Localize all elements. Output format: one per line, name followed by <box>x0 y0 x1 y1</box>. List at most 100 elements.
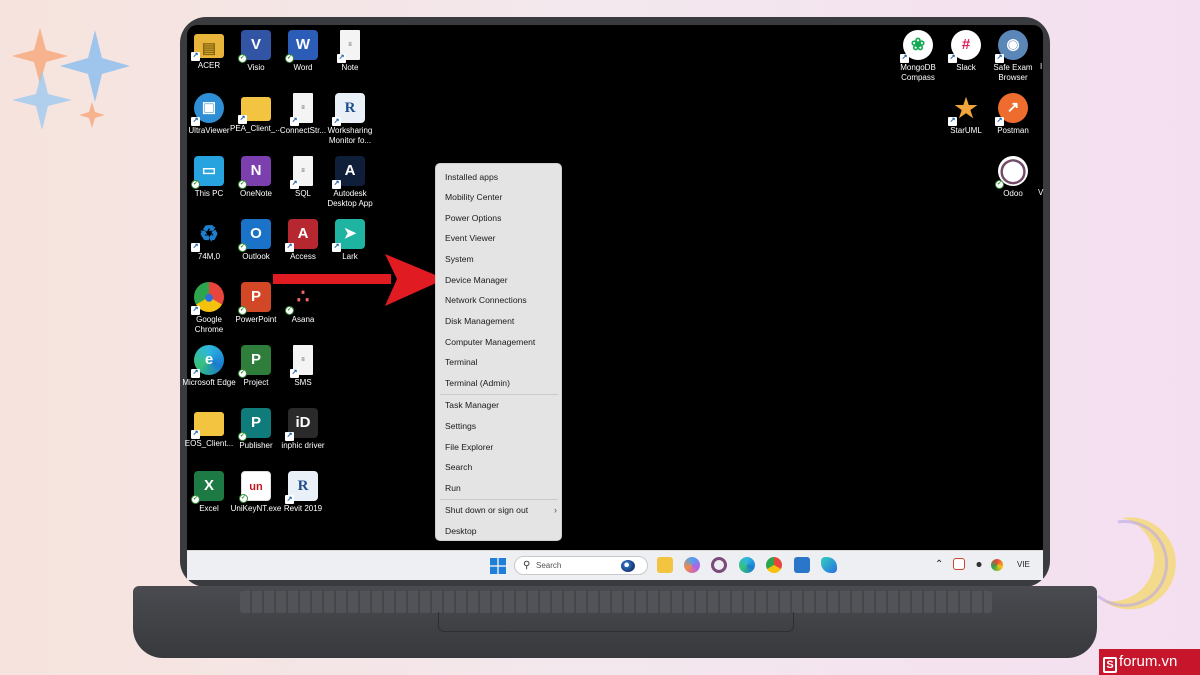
desktop-icon-label: This PC <box>194 189 224 198</box>
copilot-taskbar-icon[interactable] <box>684 557 700 573</box>
app-icon: P ✓ <box>238 408 271 441</box>
edge-taskbar-icon[interactable] <box>739 557 755 573</box>
desktop-icon[interactable]: ◯ ✓ Odoo <box>985 156 1041 199</box>
desktop-icon-label: Postman <box>997 126 1029 135</box>
store-taskbar-icon[interactable] <box>794 557 810 573</box>
desktop-icon-label: Note <box>341 63 359 72</box>
menu-item-event-viewer[interactable]: Event Viewer <box>445 231 557 245</box>
desktop-icon-label: Excel <box>199 504 219 513</box>
sync-check-icon: ✓ <box>238 54 247 63</box>
app-icon: N ✓ <box>238 156 271 189</box>
file-explorer-taskbar-icon[interactable] <box>657 557 673 573</box>
app-icon: O ✓ <box>238 219 271 252</box>
app-icon: P ✓ <box>238 282 271 315</box>
menu-item-label: Computer Management <box>445 337 536 347</box>
taskbar-search[interactable]: ⚲ Search <box>514 556 648 575</box>
menu-item-search[interactable]: Search <box>445 460 557 474</box>
menu-item-system[interactable]: System <box>445 252 557 266</box>
menu-item-terminal-admin[interactable]: Terminal (Admin) <box>445 376 557 390</box>
menu-item-label: Shut down or sign out <box>445 505 529 515</box>
sforum-logo-mark: S <box>1103 657 1117 673</box>
desktop-icon-label: Google Chrome <box>194 315 224 334</box>
desktop-icon-label: UltraViewer <box>188 126 230 135</box>
tray-network-icon[interactable] <box>973 559 985 570</box>
menu-item-device-manager[interactable]: Device Manager <box>445 273 557 287</box>
sync-check-icon: ✓ <box>238 243 247 252</box>
desktop-icon[interactable]: R ↗ Worksharing Monitor fo... <box>322 93 378 146</box>
desktop-icon-label: ConnectStr... <box>279 126 327 135</box>
desktop-icon[interactable]: A ↗ Autodesk Desktop App <box>322 156 378 209</box>
menu-item-label: Terminal (Admin) <box>445 378 510 388</box>
app-icon: ➤ ↗ <box>332 219 365 252</box>
shortcut-arrow-icon: ↗ <box>332 243 341 252</box>
sync-check-icon: ✓ <box>191 495 200 504</box>
menu-separator <box>440 499 558 500</box>
app-icon: R ↗ <box>285 471 318 504</box>
start-button[interactable] <box>490 558 506 574</box>
shortcut-arrow-icon: ↗ <box>290 117 299 126</box>
sync-check-icon: ✓ <box>238 369 247 378</box>
desktop-icon-label: SMS <box>294 378 312 387</box>
menu-item-computer-management[interactable]: Computer Management <box>445 335 557 349</box>
desktop-icon-label: ACER <box>197 61 221 70</box>
desktop-icon[interactable]: ↗ ↗ Postman <box>985 93 1041 136</box>
menu-item-desktop[interactable]: Desktop <box>445 524 557 538</box>
desktop-icon-label: Visio <box>247 63 265 72</box>
search-highlight-icon <box>621 560 635 572</box>
desktop-icon[interactable]: R ↗ Revit 2019 <box>275 471 331 514</box>
desktop-icon-label: inphic driver <box>281 441 325 450</box>
shortcut-arrow-icon: ↗ <box>948 54 957 63</box>
sparkle-decoration <box>12 28 130 130</box>
menu-item-label: Terminal <box>445 357 478 367</box>
menu-item-network-connections[interactable]: Network Connections <box>445 293 557 307</box>
app-icon: ▣ ↗ <box>191 93 224 126</box>
red-arrow-annotation <box>273 254 445 306</box>
app-icon: W ✓ <box>285 30 318 63</box>
app-icon: ≡ ↗ <box>337 30 360 63</box>
menu-item-installed-apps[interactable]: Installed apps <box>445 170 557 184</box>
menu-item-power-options[interactable]: Power Options <box>445 211 557 225</box>
app-icon: ● ↗ <box>191 282 224 315</box>
laptop-touchpad <box>438 612 794 632</box>
tray-app-icon[interactable] <box>953 558 965 570</box>
app-icon: un ✓ <box>239 471 271 503</box>
desktop-icon-label: Publisher <box>239 441 273 450</box>
app-icon: ≡ ↗ <box>290 345 313 378</box>
menu-item-terminal[interactable]: Terminal <box>445 355 557 369</box>
chrome-taskbar-icon[interactable] <box>766 557 782 573</box>
laptop-keyboard <box>240 591 992 613</box>
app-icon: ♻ ↗ <box>191 221 219 252</box>
menu-item-run[interactable]: Run <box>445 481 557 495</box>
shortcut-arrow-icon: ↗ <box>285 243 294 252</box>
shortcut-arrow-icon: ↗ <box>191 306 200 315</box>
desktop-icon[interactable]: iD ↗ inphic driver <box>275 408 331 451</box>
menu-item-file-explorer[interactable]: File Explorer <box>445 440 557 454</box>
menu-item-settings[interactable]: Settings <box>445 419 557 433</box>
desktop-icon-label: Autodesk Desktop App <box>327 189 373 208</box>
sync-check-icon: ✓ <box>191 180 200 189</box>
app-icon: X ✓ <box>191 471 224 504</box>
shortcut-arrow-icon: ↗ <box>285 432 294 441</box>
menu-item-disk-management[interactable]: Disk Management <box>445 314 557 328</box>
app-icon: A ↗ <box>285 219 318 252</box>
desktop-icon-label: Safe Exam Browser <box>993 63 1033 82</box>
shortcut-arrow-icon: ↗ <box>995 54 1004 63</box>
menu-item-shut-down-or-sign-out[interactable]: Shut down or sign out › <box>445 503 557 517</box>
partial-icon-label: I <box>1040 62 1043 71</box>
tray-app2-icon[interactable] <box>991 559 1003 571</box>
odoo-taskbar-icon[interactable] <box>711 557 727 573</box>
desktop-icon[interactable]: ≡ ↗ SMS <box>275 345 331 388</box>
app-icon: iD ↗ <box>285 408 318 441</box>
partial-icon-label: V <box>1038 188 1044 197</box>
tray-overflow-chevron[interactable]: ⌃ <box>935 559 943 570</box>
desktop-icon[interactable]: ≡ ↗ Note <box>322 30 378 73</box>
menu-item-mobility-center[interactable]: Mobility Center <box>445 190 557 204</box>
sync-check-icon: ✓ <box>238 306 247 315</box>
desktop-icon[interactable]: ◉ ↗ Safe Exam Browser <box>985 30 1041 83</box>
app-icon: ≡ ↗ <box>290 156 313 189</box>
tray-language[interactable]: VIE <box>1017 560 1030 569</box>
desktop-icon-label: MongoDB Compass <box>900 63 936 82</box>
menu-item-label: File Explorer <box>445 442 494 452</box>
menu-item-task-manager[interactable]: Task Manager <box>445 398 557 412</box>
menu-item-label: Mobility Center <box>445 192 503 202</box>
